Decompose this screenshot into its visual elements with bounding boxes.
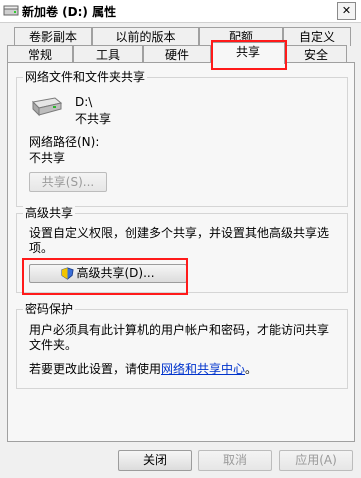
password-protection-line-1: 用户必须具有此计算机的用户帐户和密码，才能访问共享 [29, 323, 330, 337]
password-protection-title: 密码保护 [23, 302, 76, 316]
network-path-label: 网络路径(N): [29, 135, 100, 149]
advanced-sharing-title: 高级共享 [23, 206, 76, 220]
title-bar: 新加卷 (D:) 属性 ✕ [0, 0, 361, 23]
network-path-value: 不共享 [29, 151, 66, 165]
password-protection-change-text: 若要更改此设置，请使用网络和共享中心。 [29, 362, 258, 376]
advanced-sharing-description-1: 设置自定义权限，创建多个共享，并设置其他高级共享选 [29, 226, 330, 240]
advanced-sharing-description-2: 项。 [29, 241, 54, 255]
window-title: 新加卷 (D:) 属性 [22, 5, 117, 19]
tab-shadow-copies[interactable]: 卷影副本 [14, 27, 92, 46]
close-button[interactable]: 关闭 [118, 450, 192, 471]
drive-path: D:\ [75, 95, 93, 109]
advanced-sharing-highlight [22, 258, 188, 295]
password-protection-line-2: 文件夹。 [29, 338, 78, 352]
network-sharing-center-link[interactable]: 网络和共享中心 [161, 362, 245, 376]
tab-customize[interactable]: 自定义 [283, 27, 351, 46]
apply-button[interactable]: 应用(A) [279, 450, 353, 471]
drive-icon [31, 97, 63, 117]
network-sharing-group: 网络文件和文件夹共享 D:\ 不共享 网络路径(N): 不共享 共享(S)... [16, 70, 348, 207]
share-status: 不共享 [75, 112, 112, 126]
tab-previous-versions[interactable]: 以前的版本 [92, 27, 199, 46]
network-sharing-title: 网络文件和文件夹共享 [23, 70, 148, 84]
close-icon[interactable]: ✕ [337, 2, 356, 20]
cancel-button[interactable]: 取消 [198, 450, 272, 471]
share-button[interactable]: 共享(S)... [29, 172, 107, 192]
password-protection-group: 密码保护 用户必须具有此计算机的用户帐户和密码，才能访问共享 文件夹。 若要更改… [16, 302, 348, 389]
drive-icon [3, 5, 19, 16]
sharing-tab-highlight [211, 40, 287, 70]
sharing-panel: 网络文件和文件夹共享 D:\ 不共享 网络路径(N): 不共享 共享(S)...… [7, 62, 355, 442]
